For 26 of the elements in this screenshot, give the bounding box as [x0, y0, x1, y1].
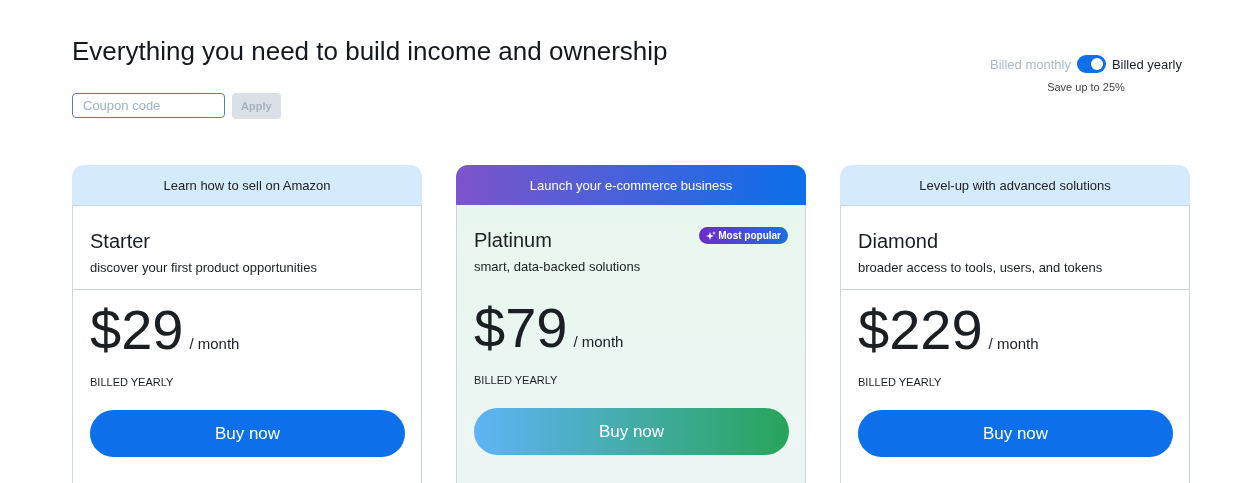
price-period: / month [988, 335, 1039, 352]
plan-tagline: Level-up with advanced solutions [840, 165, 1190, 206]
popular-badge: Most popular [699, 227, 788, 244]
plan-tagline: Launch your e-commerce business [456, 165, 806, 205]
buy-button[interactable]: Buy now [90, 410, 405, 457]
plan-price: $29 [90, 298, 184, 362]
plan-tagline: Learn how to sell on Amazon [72, 165, 422, 206]
plan-description: broader access to tools, users, and tokens [858, 260, 1104, 275]
billing-label: BILLED YEARLY [474, 374, 559, 386]
plan-description: smart, data-backed solutions [474, 259, 642, 274]
buy-button[interactable]: Buy now [858, 410, 1173, 457]
price-period: / month [189, 335, 240, 352]
buy-button[interactable]: Buy now [474, 408, 789, 455]
billing-label: BILLED YEARLY [90, 376, 175, 388]
price-period: / month [573, 333, 624, 350]
plan-description: discover your first product opportunities [90, 260, 318, 275]
billing-toggle[interactable] [1076, 55, 1106, 73]
billing-label: BILLED YEARLY [858, 376, 943, 388]
plan-name: Diamond [858, 230, 939, 253]
plan-price: $79 [474, 296, 568, 360]
billing-option[interactable]: Billed yearly [1111, 56, 1182, 72]
page-heading: Everything you need to build income and ownership [72, 36, 668, 67]
plan-price: $229 [858, 298, 983, 362]
savings-note: Save up to 25% [1047, 81, 1125, 93]
plan-name: Platinum [474, 229, 552, 252]
plan-name: Starter [90, 230, 151, 253]
